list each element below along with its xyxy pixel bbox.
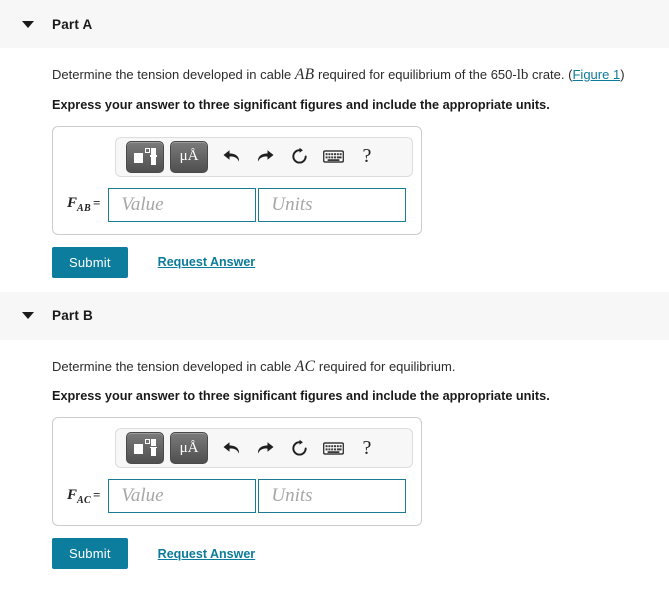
prompt-unit: lb [516, 67, 529, 83]
math-template-button[interactable] [126, 140, 164, 173]
help-icon[interactable]: ? [350, 433, 384, 463]
prompt-text-post: crate. [528, 67, 569, 82]
math-template-button[interactable] [126, 432, 164, 465]
reset-icon[interactable] [282, 142, 316, 172]
field-subscript: AC [77, 494, 91, 506]
part-a-block: Part A Determine the tension developed i… [0, 0, 669, 278]
part-b-body: Determine the tension developed in cable… [0, 340, 669, 570]
math-template-icon [134, 439, 157, 457]
part-divider-gap [0, 278, 669, 292]
part-b-input-row: FAC = [63, 479, 411, 514]
part-a-field-label: FAB = [63, 195, 100, 214]
keyboard-icon[interactable] [316, 433, 350, 463]
part-b-block: Part B Determine the tension developed i… [0, 291, 669, 570]
part-b-answer-box: μÅ ? FAC = Value Units [52, 417, 422, 527]
part-b-submit-button[interactable]: Submit [52, 538, 128, 570]
part-a-answer-box: μÅ ? FAB = Value Units [52, 125, 422, 235]
field-symbol: F [67, 486, 78, 503]
part-a-value-input[interactable] [108, 187, 257, 222]
part-a-prompt: Determine the tension developed in cable… [52, 64, 669, 87]
field-equals: = [92, 486, 101, 502]
part-a-body: Determine the tension developed in cable… [0, 48, 669, 278]
undo-icon[interactable] [214, 142, 248, 172]
part-a-submit-row: Submit Request Answer [52, 246, 669, 278]
figure-1-link[interactable]: Figure 1 [572, 67, 620, 82]
triangle-down-icon[interactable] [22, 312, 34, 320]
redo-icon[interactable] [248, 433, 282, 463]
part-b-header[interactable]: Part B [0, 291, 669, 340]
prompt-variable: AC [294, 357, 316, 375]
part-b-value-input[interactable] [108, 479, 257, 514]
part-b-submit-row: Submit Request Answer [52, 538, 669, 570]
field-equals: = [92, 195, 101, 211]
keyboard-icon[interactable] [316, 142, 350, 172]
part-a-input-row: FAB = [63, 187, 411, 222]
help-icon[interactable]: ? [350, 142, 384, 172]
part-a-toolbar: μÅ ? [115, 136, 413, 177]
field-symbol: F [67, 195, 78, 212]
prompt-text-mid: required for equilibrium. [315, 358, 456, 374]
prompt-text-mid: required for equilibrium of the 650- [314, 67, 517, 82]
figure-parens-close: ) [620, 67, 625, 82]
part-b-instruction: Express your answer to three significant… [52, 389, 550, 404]
part-a-header[interactable]: Part A [0, 0, 669, 48]
undo-icon[interactable] [214, 433, 248, 463]
triangle-down-icon[interactable] [22, 20, 34, 28]
part-b-toolbar: μÅ ? [115, 428, 413, 469]
reset-icon[interactable] [282, 433, 316, 463]
part-a-instruction: Express your answer to three significant… [52, 97, 550, 112]
units-button[interactable]: μÅ [170, 432, 208, 465]
field-subscript: AB [77, 203, 91, 215]
prompt-variable: AB [294, 66, 315, 83]
part-a-request-answer-link[interactable]: Request Answer [158, 255, 255, 269]
part-b-units-input[interactable] [258, 479, 407, 514]
units-button[interactable]: μÅ [170, 140, 208, 173]
part-a-title: Part A [52, 16, 93, 32]
math-template-icon [134, 147, 157, 166]
prompt-text-pre: Determine the tension developed in cable [52, 67, 295, 82]
part-b-title: Part B [52, 308, 93, 324]
redo-icon[interactable] [248, 142, 282, 172]
prompt-text-pre: Determine the tension developed in cable [52, 358, 295, 374]
part-a-submit-button[interactable]: Submit [52, 246, 128, 278]
part-b-prompt: Determine the tension developed in cable… [52, 356, 669, 378]
part-b-request-answer-link[interactable]: Request Answer [158, 547, 255, 561]
part-a-units-input[interactable] [258, 187, 407, 222]
part-b-field-label: FAC = [63, 487, 100, 506]
